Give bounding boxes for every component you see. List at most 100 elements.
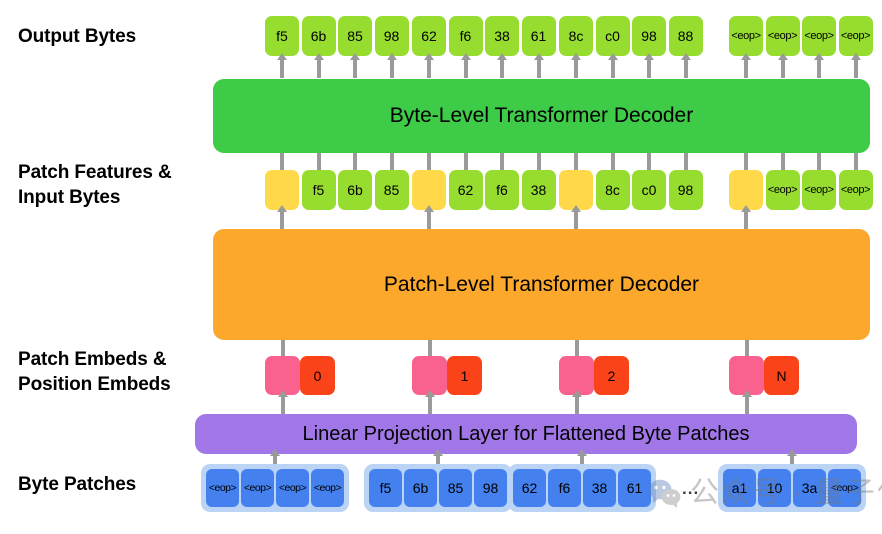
flow-arrow [316, 59, 321, 78]
flow-arrow [500, 59, 504, 78]
flow-arrow [744, 153, 748, 170]
byte-patch-token[interactable]: f6 [548, 469, 581, 507]
input-byte-token[interactable]: c0 [632, 170, 666, 210]
flow-arrow [574, 396, 579, 415]
flow-arrow [817, 59, 821, 78]
flow-arrow [427, 59, 431, 78]
byte-patch-token[interactable]: <eop> [206, 469, 239, 507]
patch-feature-box[interactable] [412, 170, 446, 210]
byte-patch-token[interactable]: <eop> [276, 469, 309, 507]
patch-level-transformer-decoder[interactable]: Patch-Level Transformer Decoder [213, 229, 870, 340]
flow-arrow [574, 340, 579, 357]
patch-feature-box[interactable] [265, 170, 299, 210]
label-byte-patches: Byte Patches [18, 474, 137, 495]
flow-arrow [610, 153, 615, 170]
output-byte-token[interactable]: <eop> [765, 16, 800, 56]
position-embed-box[interactable]: N [764, 356, 799, 395]
byte-patch-token[interactable]: <eop> [828, 469, 861, 507]
flow-arrow [744, 211, 748, 229]
flow-arrow [574, 59, 578, 78]
output-byte-token[interactable]: <eop> [802, 16, 836, 56]
diagram-canvas: Output Bytes Patch Features & Input Byte… [0, 0, 882, 534]
input-byte-token[interactable]: 8c [595, 170, 630, 210]
byte-patch-token[interactable]: 61 [618, 469, 651, 507]
input-byte-token[interactable]: <eop> [838, 170, 873, 210]
flow-arrow [817, 153, 821, 170]
input-byte-token[interactable]: 85 [374, 170, 409, 210]
byte-patch-token[interactable]: 3a [793, 469, 826, 507]
output-byte-token[interactable]: <eop> [838, 16, 873, 56]
flow-arrow [780, 153, 785, 170]
output-byte-token[interactable]: 38 [485, 16, 519, 56]
byte-patch-token[interactable]: 10 [758, 469, 791, 507]
input-byte-token[interactable]: f5 [301, 170, 336, 210]
flow-arrow [574, 211, 578, 229]
byte-patch-token[interactable]: 85 [439, 469, 472, 507]
input-byte-token[interactable]: 98 [668, 170, 703, 210]
input-byte-token[interactable]: 38 [521, 170, 556, 210]
flow-arrow [353, 153, 357, 170]
flow-arrow [574, 153, 578, 170]
byte-patch-token[interactable]: 98 [474, 469, 507, 507]
output-byte-token[interactable]: c0 [595, 16, 630, 56]
patch-feature-box[interactable] [729, 170, 763, 210]
input-byte-token[interactable]: 6b [338, 170, 372, 210]
input-byte-token[interactable]: f6 [485, 170, 519, 210]
linear-projection-layer[interactable]: Linear Projection Layer for Flattened By… [195, 414, 857, 454]
flow-arrow [427, 396, 432, 415]
position-embed-box[interactable]: 0 [300, 356, 335, 395]
output-byte-token[interactable]: <eop> [729, 16, 763, 56]
output-byte-token[interactable]: 98 [374, 16, 409, 56]
output-byte-token[interactable]: 88 [668, 16, 703, 56]
flow-arrow [744, 340, 749, 357]
flow-arrow [427, 211, 431, 229]
byte-level-transformer-decoder[interactable]: Byte-Level Transformer Decoder [213, 79, 870, 153]
input-byte-token[interactable]: <eop> [802, 170, 836, 210]
byte-patch-token[interactable]: 62 [513, 469, 546, 507]
label-patch-features: Patch Features & Input Bytes [18, 162, 172, 209]
flow-arrow [536, 59, 541, 78]
flow-arrow [389, 59, 394, 78]
flow-arrow [353, 59, 357, 78]
flow-arrow [780, 59, 785, 78]
position-embed-box[interactable]: 1 [447, 356, 482, 395]
flow-arrow [683, 153, 688, 170]
flow-arrow [280, 396, 285, 415]
output-byte-token[interactable]: 85 [338, 16, 372, 56]
flow-arrow [280, 340, 285, 357]
output-byte-token[interactable]: 62 [412, 16, 446, 56]
output-byte-token[interactable]: f5 [265, 16, 299, 56]
label-patch-embeds: Patch Embeds & Position Embeds [18, 349, 171, 396]
byte-patch-token[interactable]: f5 [369, 469, 402, 507]
flow-arrow [744, 59, 748, 78]
flow-arrow [536, 153, 541, 170]
position-embed-box[interactable]: 2 [594, 356, 629, 395]
flow-arrow [427, 153, 431, 170]
flow-arrow [610, 59, 615, 78]
patch-feature-box[interactable] [559, 170, 593, 210]
output-byte-token[interactable]: 8c [559, 16, 593, 56]
flow-arrow [463, 59, 468, 78]
byte-patch-token[interactable]: 38 [583, 469, 616, 507]
flow-arrow [683, 59, 688, 78]
output-byte-token[interactable]: f6 [448, 16, 483, 56]
flow-arrow [427, 340, 432, 357]
flow-arrow [853, 153, 858, 170]
byte-patch-token[interactable]: a1 [723, 469, 756, 507]
byte-patch-token[interactable]: <eop> [311, 469, 344, 507]
patches-ellipsis: ... [682, 479, 700, 498]
output-byte-token[interactable]: 6b [301, 16, 336, 56]
flow-arrow [280, 59, 284, 78]
flow-arrow [744, 396, 749, 415]
output-byte-token[interactable]: 98 [632, 16, 666, 56]
label-output-bytes: Output Bytes [18, 26, 137, 47]
input-byte-token[interactable]: <eop> [765, 170, 800, 210]
flow-arrow [500, 153, 504, 170]
flow-arrow [316, 153, 321, 170]
output-byte-token[interactable]: 61 [521, 16, 556, 56]
flow-arrow [853, 59, 858, 78]
flow-arrow [280, 211, 284, 229]
input-byte-token[interactable]: 62 [448, 170, 483, 210]
byte-patch-token[interactable]: 6b [404, 469, 437, 507]
byte-patch-token[interactable]: <eop> [241, 469, 274, 507]
